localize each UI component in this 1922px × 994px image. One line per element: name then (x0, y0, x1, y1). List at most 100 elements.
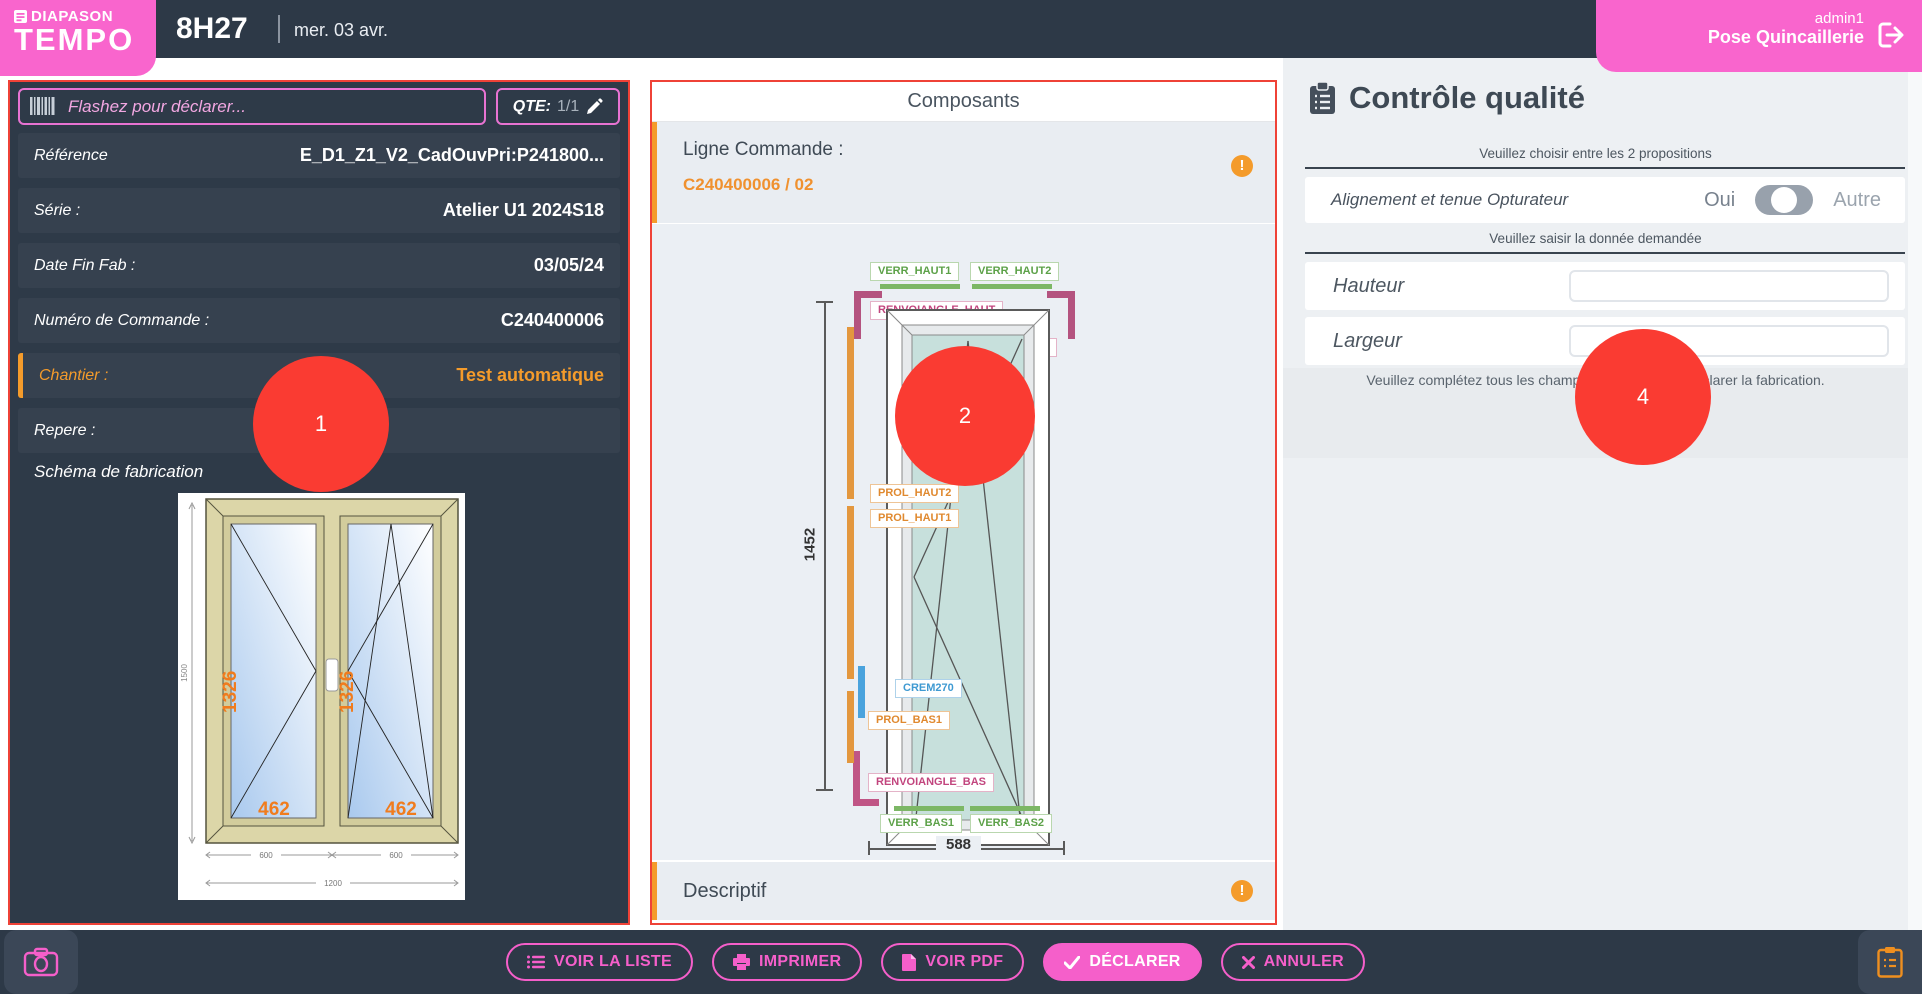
dim-tick (816, 789, 833, 791)
hauteur-row: Hauteur (1305, 262, 1905, 310)
question-row: Alignement et tenue Opturateur Oui Autre (1305, 177, 1905, 223)
schema-total-height: 1500 (180, 664, 189, 682)
voir-la-liste-button[interactable]: VOIR LA LISTE (506, 943, 693, 981)
prolongateur-bar (847, 691, 854, 763)
file-icon (902, 954, 916, 971)
option-oui[interactable]: Oui (1704, 189, 1735, 212)
verr-haut1-mark (880, 284, 960, 289)
list-icon (527, 955, 545, 969)
annotation-circle-1: 1 (253, 356, 389, 492)
quantity-box[interactable]: QTE: 1/1 (496, 88, 620, 125)
scan-input[interactable] (18, 88, 486, 125)
schema-pane-width-left: 600 (259, 851, 273, 860)
user-role: Pose Quincaillerie (1596, 27, 1864, 48)
verr-bas1-mark (894, 806, 964, 811)
camera-button[interactable] (4, 930, 78, 994)
hauteur-label: Hauteur (1333, 275, 1404, 298)
component-label-verr-haut1: VERR_HAUT1 (870, 262, 959, 281)
dim-tick (1063, 841, 1065, 855)
field-numero-commande: Numéro de Commande : C240400006 (18, 298, 620, 343)
question-label: Alignement et tenue Opturateur (1331, 190, 1568, 210)
qte-label: QTE: (513, 98, 551, 116)
schema-sash-width-right: 462 (385, 799, 417, 820)
prolongateur-bar (847, 327, 854, 499)
warning-icon (1231, 880, 1253, 902)
field-serie: Série : Atelier U1 2024S18 (18, 188, 620, 233)
printer-icon (733, 954, 750, 970)
warning-icon (1231, 155, 1253, 177)
field-date-fin-fab: Date Fin Fab : 03/05/24 (18, 243, 620, 288)
cremone-bar (858, 666, 865, 718)
schema-pane-height-right: 1326 (337, 671, 358, 713)
declarer-button[interactable]: DÉCLARER (1043, 943, 1201, 981)
composants-panel: Composants Ligne Commande : C240400006 /… (650, 80, 1277, 925)
component-label-prol-haut1: PROL_HAUT1 (870, 509, 959, 528)
checklist-button[interactable] (1858, 930, 1922, 994)
schema-title: Schéma de fabrication (34, 462, 203, 482)
composants-title: Composants (652, 82, 1275, 122)
schema-pane-width-right: 600 (389, 851, 403, 860)
user-block[interactable]: admin1 Pose Quincaillerie (1596, 0, 1922, 72)
component-label-renvoiangle-bas: RENVOIANGLE_BAS (868, 773, 994, 792)
quality-control-panel: Contrôle qualité Veuillez choisir entre … (1283, 58, 1922, 930)
field-reference: Référence E_D1_Z1_V2_CadOuvPri:P241800..… (18, 133, 620, 178)
component-label-prol-bas1: PROL_BAS1 (868, 711, 950, 730)
component-label-verr-bas2: VERR_BAS2 (970, 814, 1052, 833)
schema-total-width: 1200 (324, 879, 342, 888)
logout-icon[interactable] (1874, 18, 1908, 52)
hauteur-input[interactable] (1569, 270, 1889, 302)
clock: 8H27 (176, 12, 248, 46)
header-divider (278, 15, 280, 43)
renvoi-bracket-top-right (1047, 291, 1075, 339)
declaration-panel: QTE: 1/1 Référence E_D1_Z1_V2_CadOuvPri:… (8, 80, 630, 925)
ligne-commande-label: Ligne Commande : (683, 139, 1251, 161)
divider (1305, 252, 1905, 254)
ligne-commande-value[interactable]: C240400006 / 02 (683, 175, 1251, 195)
descriptif-label: Descriptif (683, 880, 766, 903)
scrollbar[interactable] (1908, 58, 1922, 930)
dim-line-vertical (824, 301, 826, 791)
option-autre[interactable]: Autre (1833, 189, 1881, 212)
verr-bas2-mark (970, 806, 1040, 811)
date: mer. 03 avr. (294, 20, 388, 41)
dim-height-value: 1452 (802, 515, 819, 575)
dim-tick (868, 841, 870, 855)
component-label-verr-haut2: VERR_HAUT2 (970, 262, 1059, 281)
prolongateur-bar (847, 506, 854, 679)
footer-bar: VOIR LA LISTE IMPRIMER VOIR PDF DÉCLARER… (0, 930, 1922, 994)
user-name: admin1 (1596, 10, 1864, 27)
component-diagram: 1452 VERR_HAUT1 VERR_HAUT2 RENVOIANGLE_H… (652, 224, 1275, 860)
dim-tick (816, 301, 833, 303)
annuler-button[interactable]: ANNULER (1221, 943, 1365, 981)
schema-sash-width-left: 462 (258, 799, 290, 820)
clipboard-icon (1309, 82, 1336, 115)
annotation-circle-4: 4 (1575, 329, 1711, 465)
hint-input: Veuillez saisir la donnée demandée (1283, 231, 1908, 246)
voir-pdf-button[interactable]: VOIR PDF (881, 943, 1024, 981)
ligne-commande-section[interactable]: Ligne Commande : C240400006 / 02 (652, 122, 1275, 223)
oui-autre-toggle[interactable] (1755, 185, 1813, 215)
schema-pane-height-left: 1326 (220, 671, 241, 713)
x-icon (1242, 956, 1255, 969)
dim-width-value: 588 (936, 836, 981, 853)
imprimer-button[interactable]: IMPRIMER (712, 943, 862, 981)
app-logo[interactable]: DIAPASON TEMPO (0, 0, 156, 76)
toggle-knob[interactable] (1771, 187, 1797, 213)
component-label-verr-bas1: VERR_BAS1 (880, 814, 962, 833)
barcode-icon (30, 97, 56, 115)
pencil-icon[interactable] (585, 98, 603, 116)
qte-value: 1/1 (557, 98, 579, 116)
component-label-prol-haut2: PROL_HAUT2 (870, 484, 959, 503)
check-icon (1064, 956, 1080, 969)
quality-title-text: Contrôle qualité (1349, 80, 1585, 116)
fabrication-schema: 1500 1326 1326 462 462 (178, 493, 465, 900)
orange-clipboard-icon (1877, 946, 1903, 978)
logo-text-bottom: TEMPO (14, 25, 156, 55)
descriptif-section[interactable]: Descriptif (652, 862, 1275, 920)
hint-choose: Veuillez choisir entre les 2 proposition… (1283, 146, 1908, 161)
largeur-label: Largeur (1333, 330, 1402, 353)
component-label-crem270: CREM270 (895, 679, 962, 698)
divider (1305, 167, 1905, 169)
verr-haut2-mark (972, 284, 1052, 289)
annotation-circle-2: 2 (895, 346, 1035, 486)
